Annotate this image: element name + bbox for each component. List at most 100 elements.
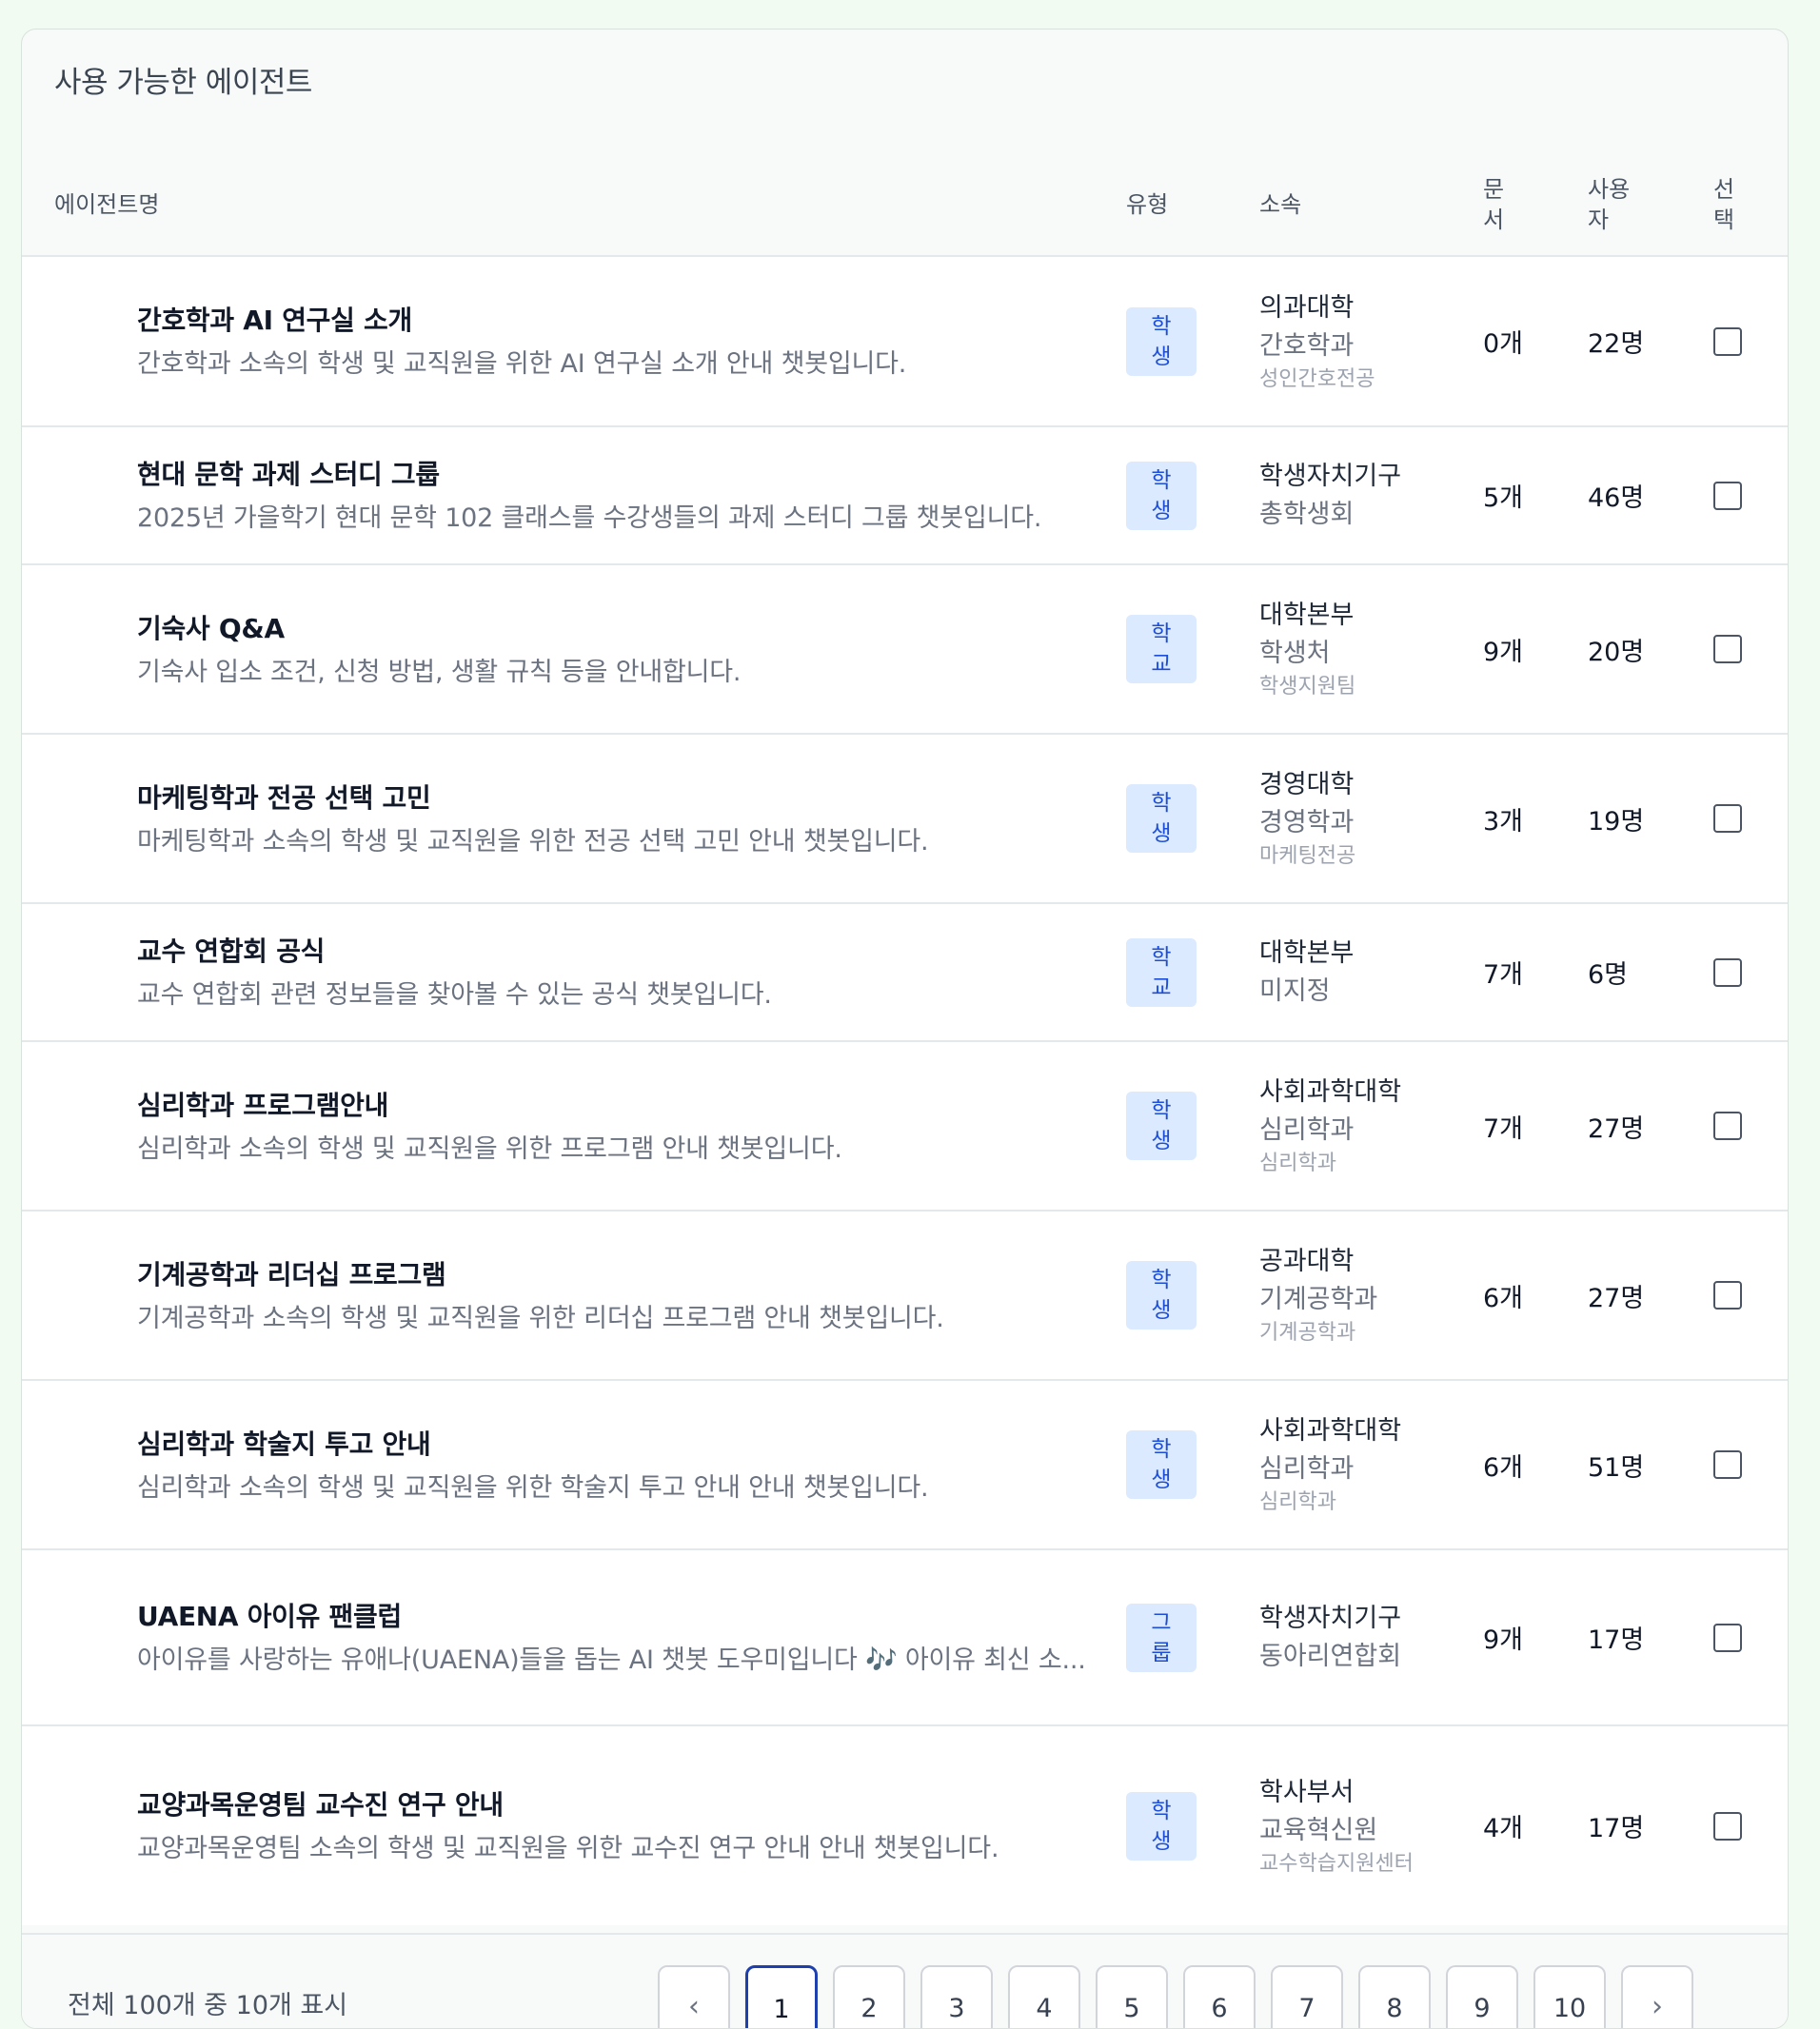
select-checkbox[interactable] — [1713, 326, 1742, 356]
pagination-summary: 전체 100개 중 10개 표시 — [68, 1991, 348, 2020]
table-row[interactable]: 기숙사 Q&A 기숙사 입소 조건, 신청 방법, 생활 규칙 등을 안내합니다.… — [22, 564, 1788, 734]
table-row[interactable]: 기계공학과 리더십 프로그램 기계공학과 소속의 학생 및 교직원을 위한 리더십… — [22, 1211, 1788, 1380]
type-cell: 학교 — [1126, 903, 1259, 1041]
users-count: 27명 — [1588, 1113, 1645, 1144]
agent-title: 교수 연합회 공식 — [137, 936, 326, 967]
affiliation-major: 마케팅전공 — [1259, 844, 1356, 868]
affiliation-department: 미지정 — [1259, 975, 1331, 1006]
header-name: 에이전트명 — [54, 190, 160, 218]
table-row[interactable]: 심리학과 학술지 투고 안내 심리학과 소속의 학생 및 교직원을 위한 학술지 … — [22, 1380, 1788, 1549]
affiliation-department: 학생처 — [1259, 639, 1331, 668]
agents-panel: 사용 가능한 에이전트 에이전트명 유형 소속 문서 사용자 선택 간호학과 A… — [21, 29, 1789, 2029]
affiliation-major: 심리학과 — [1259, 1152, 1336, 1175]
pagination: ‹ 1 2 3 4 5 6 7 8 9 10 › — [658, 1965, 1693, 2028]
affiliation-major: 기계공학과 — [1259, 1321, 1356, 1345]
select-checkbox[interactable] — [1713, 1623, 1742, 1652]
page-number: 4 — [1036, 1994, 1053, 2023]
agent-title: 기숙사 Q&A — [137, 612, 285, 644]
agent-description: 심리학과 소속의 학생 및 교직원을 위한 프로그램 안내 챗봇입니다. — [137, 1133, 842, 1164]
select-checkbox[interactable] — [1713, 635, 1742, 663]
docs-count: 4개 — [1483, 1814, 1524, 1843]
affiliation-cell: 사회과학대학 심리학과 심리학과 — [1259, 1380, 1483, 1549]
page-number: 5 — [1123, 1994, 1140, 2023]
affiliation-college: 사회과학대학 — [1259, 1077, 1402, 1107]
select-cell — [1713, 1549, 1788, 1725]
page-button-7[interactable]: 7 — [1271, 1965, 1343, 2028]
header-users: 사용자 — [1588, 175, 1631, 233]
affiliation-cell: 학생자치기구 동아리연합회 — [1259, 1549, 1483, 1725]
select-checkbox[interactable] — [1713, 804, 1742, 833]
agent-name-cell: 마케팅학과 전공 선택 고민 마케팅학과 소속의 학생 및 교직원을 위한 전공 … — [22, 734, 1126, 903]
select-checkbox[interactable] — [1713, 481, 1742, 510]
page-button-2[interactable]: 2 — [833, 1965, 905, 2028]
prev-page-button[interactable]: ‹ — [658, 1965, 730, 2028]
affiliation-college: 공과대학 — [1259, 1247, 1355, 1276]
users-count: 46명 — [1588, 483, 1645, 513]
docs-count: 9개 — [1483, 1625, 1524, 1655]
agent-title: 기계공학과 리더십 프로그램 — [137, 1258, 446, 1290]
type-cell: 학생 — [1126, 256, 1259, 426]
pagination-bar: 전체 100개 중 10개 표시 ‹ 1 2 3 4 5 6 7 8 9 10 › — [22, 1933, 1788, 2028]
agent-description: 심리학과 소속의 학생 및 교직원을 위한 학술지 투고 안내 안내 챗봇입니다… — [137, 1472, 929, 1503]
header-affiliation: 소속 — [1259, 190, 1302, 218]
users-count: 20명 — [1588, 637, 1645, 667]
page-button-1[interactable]: 1 — [745, 1965, 818, 2028]
select-checkbox[interactable] — [1713, 1811, 1742, 1841]
affiliation-cell: 경영대학 경영학과 마케팅전공 — [1259, 734, 1483, 903]
type-cell: 그룹 — [1126, 1549, 1259, 1725]
table-row[interactable]: 마케팅학과 전공 선택 고민 마케팅학과 소속의 학생 및 교직원을 위한 전공 … — [22, 734, 1788, 903]
type-cell: 학생 — [1126, 734, 1259, 903]
select-cell — [1713, 1380, 1788, 1549]
type-cell: 학생 — [1126, 426, 1259, 564]
affiliation-major: 학생지원팀 — [1259, 675, 1356, 699]
select-checkbox[interactable] — [1713, 1281, 1742, 1310]
table-row[interactable]: 교수 연합회 공식 교수 연합회 관련 정보들을 찾아볼 수 있는 공식 챗봇입니… — [22, 903, 1788, 1041]
users-count: 19명 — [1588, 806, 1645, 837]
type-badge: 학생 — [1126, 306, 1197, 376]
agent-name-cell: 심리학과 프로그램안내 심리학과 소속의 학생 및 교직원을 위한 프로그램 안내… — [22, 1041, 1126, 1211]
agent-description: 기숙사 입소 조건, 신청 방법, 생활 규칙 등을 안내합니다. — [137, 657, 742, 687]
affiliation-cell: 공과대학 기계공학과 기계공학과 — [1259, 1211, 1483, 1380]
page-button-6[interactable]: 6 — [1183, 1965, 1256, 2028]
affiliation-department: 경영학과 — [1259, 808, 1355, 837]
page-button-8[interactable]: 8 — [1358, 1965, 1431, 2028]
affiliation-cell: 학사부서 교육혁신원 교수학습지원센터 — [1259, 1725, 1483, 1925]
table-row[interactable]: 심리학과 프로그램안내 심리학과 소속의 학생 및 교직원을 위한 프로그램 안내… — [22, 1041, 1788, 1211]
page-number: 7 — [1298, 1994, 1316, 2023]
affiliation-major: 심리학과 — [1259, 1490, 1336, 1514]
next-page-button[interactable]: › — [1621, 1965, 1693, 2028]
affiliation-department: 심리학과 — [1259, 1454, 1355, 1484]
page-button-9[interactable]: 9 — [1446, 1965, 1518, 2028]
affiliation-department: 교육혁신원 — [1259, 1815, 1378, 1845]
select-checkbox[interactable] — [1713, 1450, 1742, 1479]
panel-title: 사용 가능한 에이전트 — [54, 66, 312, 100]
type-badge: 학교 — [1126, 937, 1197, 1007]
select-checkbox[interactable] — [1713, 957, 1742, 987]
header-docs: 문서 — [1483, 175, 1505, 233]
type-cell: 학생 — [1126, 1380, 1259, 1549]
page-number: 10 — [1553, 1994, 1587, 2023]
select-checkbox[interactable] — [1713, 1112, 1742, 1140]
type-badge: 학생 — [1126, 1261, 1197, 1330]
type-cell: 학생 — [1126, 1725, 1259, 1925]
page-button-10[interactable]: 10 — [1533, 1965, 1606, 2028]
table-row[interactable]: 교양과목운영팀 교수진 연구 안내 교양과목운영팀 소속의 학생 및 교직원을 위… — [22, 1725, 1788, 1925]
agent-description: 아이유를 사랑하는 유애나(UAENA)들을 돕는 AI 챗봇 도우미입니다 🎶… — [137, 1645, 1086, 1675]
table-header-row: 에이전트명 유형 소속 문서 사용자 선택 — [22, 153, 1788, 256]
agent-name-cell: 현대 문학 과제 스터디 그룹 2025년 가을학기 현대 문학 102 클래스를… — [22, 426, 1126, 564]
select-cell — [1713, 426, 1788, 564]
page-button-5[interactable]: 5 — [1096, 1965, 1168, 2028]
page-button-3[interactable]: 3 — [920, 1965, 993, 2028]
agent-description: 교양과목운영팀 소속의 학생 및 교직원을 위한 교수진 연구 안내 안내 챗봇… — [137, 1834, 999, 1863]
agent-name-cell: 교양과목운영팀 교수진 연구 안내 교양과목운영팀 소속의 학생 및 교직원을 위… — [22, 1725, 1126, 1925]
page-number: 2 — [861, 1994, 878, 2023]
affiliation-cell: 대학본부 학생처 학생지원팀 — [1259, 564, 1483, 734]
chevron-right-icon: › — [1652, 1990, 1663, 2023]
table-row[interactable]: UAENA 아이유 팬클럽 아이유를 사랑하는 유애나(UAENA)들을 돕는 A… — [22, 1549, 1788, 1725]
header-select: 선택 — [1713, 175, 1735, 233]
docs-count: 9개 — [1483, 637, 1524, 667]
table-row[interactable]: 현대 문학 과제 스터디 그룹 2025년 가을학기 현대 문학 102 클래스를… — [22, 426, 1788, 564]
page-button-4[interactable]: 4 — [1008, 1965, 1080, 2028]
table-row[interactable]: 간호학과 AI 연구실 소개 간호학과 소속의 학생 및 교직원을 위한 AI 연… — [22, 256, 1788, 426]
type-cell: 학생 — [1126, 1211, 1259, 1380]
